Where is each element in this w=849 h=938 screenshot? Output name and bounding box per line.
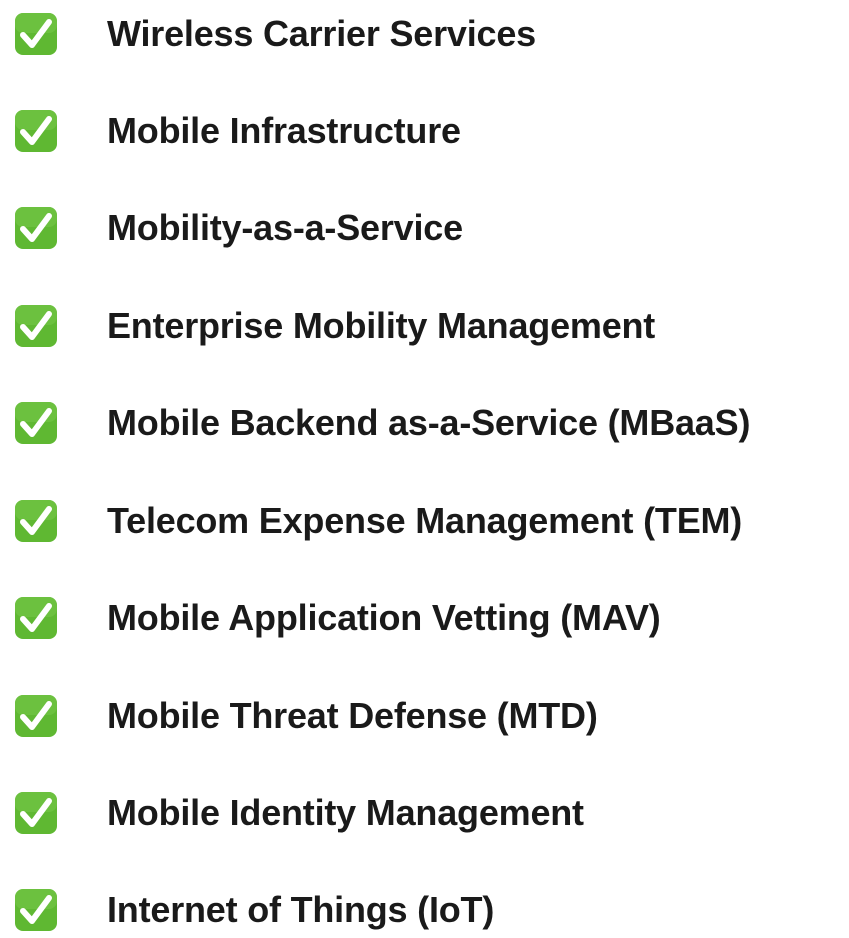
check-mark-button-icon	[14, 499, 58, 543]
item-label: Mobility-as-a-Service	[107, 207, 463, 248]
item-label: Internet of Things (IoT)	[107, 889, 495, 930]
item-label: Mobile Application Vetting (MAV)	[107, 597, 661, 638]
check-mark-button-icon	[14, 401, 58, 445]
item-label: Enterprise Mobility Management	[107, 305, 656, 346]
list-item: Enterprise Mobility Management	[0, 298, 849, 354]
check-mark-button-icon	[14, 596, 58, 640]
item-label: Mobile Identity Management	[107, 792, 584, 833]
check-mark-button-icon	[14, 304, 58, 348]
check-mark-button-icon	[14, 206, 58, 250]
item-label: Mobile Infrastructure	[107, 110, 461, 151]
list-item: Mobility-as-a-Service	[0, 200, 849, 256]
item-label: Mobile Threat Defense (MTD)	[107, 695, 598, 736]
list-item: Wireless Carrier Services	[0, 6, 849, 62]
list-item: Internet of Things (IoT)	[0, 882, 849, 938]
item-label: Wireless Carrier Services	[107, 13, 536, 54]
list-item: Mobile Application Vetting (MAV)	[0, 590, 849, 646]
check-mark-button-icon	[14, 791, 58, 835]
list-item: Telecom Expense Management (TEM)	[0, 493, 849, 549]
list-item: Mobile Identity Management	[0, 785, 849, 841]
item-label: Telecom Expense Management (TEM)	[107, 500, 743, 541]
check-mark-button-icon	[14, 694, 58, 738]
check-mark-button-icon	[14, 12, 58, 56]
check-mark-button-icon	[14, 888, 58, 932]
list-item: Mobile Infrastructure	[0, 103, 849, 159]
item-label: Mobile Backend as-a-Service (MBaaS)	[107, 402, 751, 443]
check-mark-button-icon	[14, 109, 58, 153]
list-item: Mobile Threat Defense (MTD)	[0, 688, 849, 744]
list-item: Mobile Backend as-a-Service (MBaaS)	[0, 395, 849, 451]
